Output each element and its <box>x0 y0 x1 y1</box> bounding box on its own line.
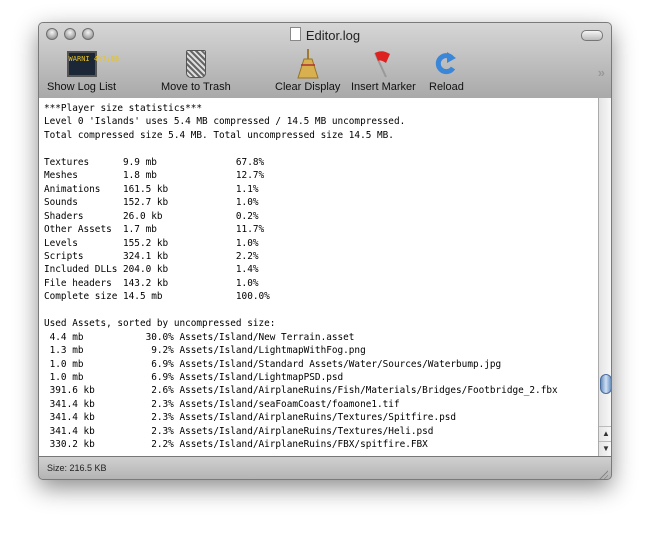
log-text-view[interactable]: ***Player size statistics*** Level 0 'Isl… <box>39 98 598 456</box>
scrollbar-thumb[interactable] <box>600 374 611 394</box>
console-icon: WARNI 4Y7:B6 <box>66 49 119 79</box>
log-line: 391.6 kb 2.6% Assets/Island/AirplaneRuin… <box>44 385 558 397</box>
log-text: ***Player size statistics*** Level 0 'Isl… <box>39 98 598 452</box>
log-line: 341.4 kb 2.3% Assets/Island/AirplaneRuin… <box>44 412 457 424</box>
log-line: Included DLLs 204.0 kb 1.4% <box>44 264 259 276</box>
log-line: 4.4 mb 30.0% Assets/Island/New Terrain.a… <box>44 331 355 343</box>
log-line: 1.0 mb 6.9% Assets/Island/Standard Asset… <box>44 358 502 370</box>
log-line: Level 0 'Islands' uses 5.4 MB compressed… <box>44 116 406 128</box>
insert-marker-label: Insert Marker <box>351 81 416 93</box>
clear-display-label: Clear Display <box>275 81 341 93</box>
reload-button[interactable]: Reload <box>429 49 464 93</box>
log-line: Sounds 152.7 kb 1.0% <box>44 197 259 209</box>
log-line: Textures 9.9 mb 67.8% <box>44 156 265 168</box>
log-line: Meshes 1.8 mb 12.7% <box>44 170 265 182</box>
window-title-text: Editor.log <box>305 28 361 43</box>
log-line: 1.3 mb 9.2% Assets/Island/LightmapWithFo… <box>44 345 366 357</box>
log-line: Complete size 14.5 mb 100.0% <box>44 291 270 303</box>
document-icon <box>289 27 301 41</box>
insert-marker-button[interactable]: Insert Marker <box>351 49 416 93</box>
move-to-trash-button[interactable]: Move to Trash <box>161 49 231 93</box>
log-line: Levels 155.2 kb 1.0% <box>44 237 259 249</box>
log-line: Scripts 324.1 kb 2.2% <box>44 250 259 262</box>
toolbar: WARNI 4Y7:B6 Show Log List Move to Trash… <box>39 49 611 97</box>
log-line: Animations 161.5 kb 1.1% <box>44 183 259 195</box>
log-line: Total compressed size 5.4 MB. Total unco… <box>44 129 394 141</box>
log-line: Used Assets, sorted by uncompressed size… <box>44 318 276 330</box>
toolbar-overflow-chevron-icon[interactable]: » <box>598 65 605 80</box>
reload-icon <box>430 49 462 79</box>
file-size-status: Size: 216.5 KB <box>47 463 107 473</box>
log-line: 330.2 kb 2.2% Assets/Island/AirplaneRuin… <box>44 439 428 451</box>
window-title: Editor.log <box>39 27 611 43</box>
log-line: File headers 143.2 kb 1.0% <box>44 277 259 289</box>
trash-icon <box>180 49 212 79</box>
title-toolbar-area: Editor.log WARNI 4Y7:B6 Show Log List Mo… <box>39 23 611 99</box>
log-line: ***Player size statistics*** <box>44 103 203 114</box>
resize-grip-icon[interactable] <box>598 469 608 479</box>
status-bar: Size: 216.5 KB <box>39 456 611 479</box>
show-log-list-label: Show Log List <box>47 81 117 93</box>
editor-log-window: Editor.log WARNI 4Y7:B6 Show Log List Mo… <box>38 22 612 480</box>
scroll-up-arrow-icon[interactable]: ▲ <box>599 426 611 441</box>
flag-icon <box>367 49 399 79</box>
log-line: Shaders 26.0 kb 0.2% <box>44 210 259 222</box>
log-line: 341.4 kb 2.3% Assets/Island/AirplaneRuin… <box>44 425 434 437</box>
broom-icon <box>292 49 324 79</box>
move-to-trash-label: Move to Trash <box>161 81 231 93</box>
clear-display-button[interactable]: Clear Display <box>275 49 340 93</box>
console-icon-text: WARNI 4Y7:B6 <box>66 51 119 77</box>
scroll-down-arrow-icon[interactable]: ▼ <box>599 441 611 456</box>
log-line: Other Assets 1.7 mb 11.7% <box>44 224 265 236</box>
vertical-scrollbar[interactable]: ▲ ▼ <box>598 98 611 456</box>
log-line: 341.4 kb 2.3% Assets/Island/seaFoamCoast… <box>44 398 400 410</box>
toolbar-toggle-button[interactable] <box>581 30 603 41</box>
reload-label: Reload <box>429 81 464 93</box>
show-log-list-button[interactable]: WARNI 4Y7:B6 Show Log List <box>47 49 119 93</box>
log-line: 1.0 mb 6.9% Assets/Island/LightmapPSD.ps… <box>44 372 344 384</box>
